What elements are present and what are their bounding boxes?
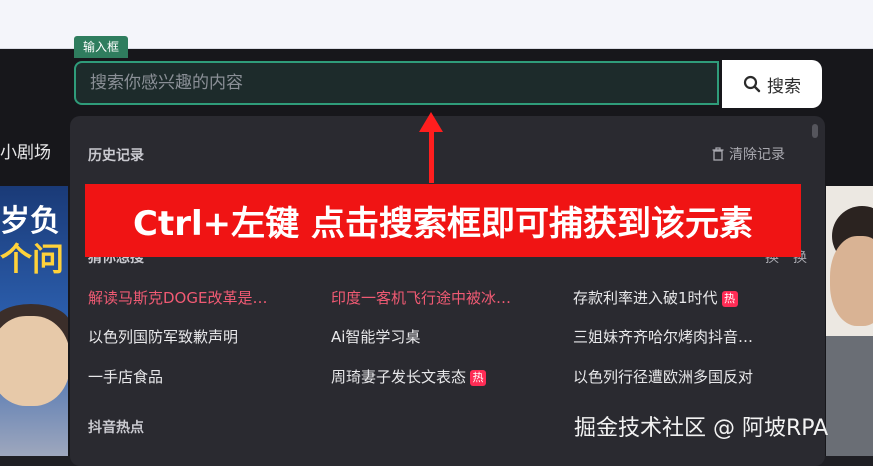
hot-search-item[interactable]: 以色列行径遭欧洲多国反对 <box>573 366 753 387</box>
hot-search-item[interactable]: 周琦妻子发长文表态热 <box>331 366 487 387</box>
clear-history-label: 清除记录 <box>729 147 785 163</box>
hot-badge: 热 <box>721 291 738 307</box>
hot-search-item[interactable]: 解读马斯克DOGE改革是… <box>88 287 267 308</box>
search-button-label: 搜索 <box>767 76 801 97</box>
douyin-hot-section-title: 抖音热点 <box>88 420 144 436</box>
hot-search-item-label: 以色列行径遭欧洲多国反对 <box>573 368 754 386</box>
input-box-tag: 输入框 <box>74 36 129 58</box>
hot-search-item[interactable]: 印度一客机飞行途中被冰… <box>331 287 511 308</box>
hot-search-item[interactable]: 存款利率进入破1时代热 <box>573 287 738 308</box>
nav-item-mini-theater[interactable]: 小剧场 <box>0 138 51 163</box>
hot-search-item-label: 一手店食品 <box>88 368 164 386</box>
thumbnail-person-face <box>0 316 68 406</box>
search-icon <box>743 75 761 93</box>
hot-search-item-label: 以色列国防军致歉声明 <box>88 328 239 346</box>
watermark: 掘金技术社区 @ 阿坡RPA <box>574 416 829 441</box>
trash-icon <box>712 147 724 161</box>
thumbnail-text-2: 个问 <box>0 240 65 278</box>
hot-search-item[interactable]: 一手店食品 <box>88 366 163 387</box>
dropdown-scrollbar[interactable] <box>812 124 818 138</box>
hot-search-item-label: 解读马斯克DOGE改革是… <box>88 289 268 307</box>
search-button[interactable]: 搜索 <box>722 60 822 108</box>
hot-search-item-label: 周琦妻子发长文表态 <box>331 368 467 386</box>
hot-search-item-label: 存款利率进入破1时代 <box>573 289 718 307</box>
annotation-banner: Ctrl+左键 点击搜索框即可捕获到该元素 <box>85 184 801 257</box>
hot-search-item[interactable]: 三姐妹齐齐哈尔烤肉抖音… <box>573 326 753 347</box>
thumbnail-person-shirt <box>826 336 873 456</box>
browser-top-bar <box>0 0 873 49</box>
hot-search-item-label: 三姐妹齐齐哈尔烤肉抖音… <box>573 328 754 346</box>
video-thumbnail-left[interactable]: 岁负 个问 <box>0 186 68 456</box>
clear-history-button[interactable]: 清除记录 <box>711 144 785 164</box>
video-thumbnail-right[interactable] <box>826 186 873 456</box>
annotation-arrow-shaft <box>429 128 434 183</box>
hot-search-item-label: Ai智能学习桌 <box>331 328 421 346</box>
hot-search-item-label: 印度一客机飞行途中被冰… <box>331 289 512 307</box>
hot-badge: 热 <box>470 370 487 386</box>
hot-search-item[interactable]: Ai智能学习桌 <box>331 326 420 347</box>
search-input[interactable]: 搜索你感兴趣的内容 <box>74 61 719 105</box>
history-section-title: 历史记录 <box>88 148 144 164</box>
thumbnail-person-face <box>830 236 873 326</box>
hot-search-item[interactable]: 以色列国防军致歉声明 <box>88 326 238 347</box>
